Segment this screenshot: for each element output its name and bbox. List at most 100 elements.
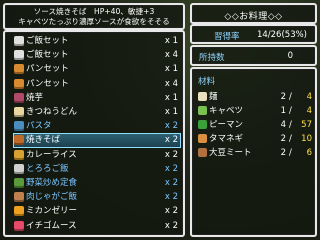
recipe-quantity: x 2 (164, 149, 178, 160)
recipe-quantity: x 2 (164, 178, 178, 188)
material-separator: / (289, 134, 292, 144)
recipe-quantity: x 2 (164, 192, 178, 203)
yakisoba-icon (14, 135, 24, 146)
sweet-potato-icon (14, 92, 24, 103)
material-name: ピーマン (209, 120, 244, 130)
recipe-quantity: x 2 (164, 135, 178, 146)
recipe-name: パンセット (26, 64, 69, 75)
recipe-name: とろろご飯 (26, 163, 69, 174)
recipe-name: パスタ (26, 121, 52, 132)
recipe-name: ご飯セット (26, 36, 69, 46)
recipe-item[interactable]: ミカンゼリー x 2 (14, 205, 180, 218)
material-separator: / (289, 120, 292, 130)
material-owned: 4 (280, 120, 286, 130)
material-required: 10 (301, 134, 312, 144)
recipe-item[interactable]: 肉じゃがご飯 x 2 (14, 191, 180, 204)
recipe-name: きつねうどん (26, 107, 78, 117)
recipe-name: パンセット (26, 78, 69, 89)
nikujaga-icon (14, 192, 24, 203)
bread-icon (14, 64, 24, 75)
material-required: 57 (301, 120, 312, 130)
materials-heading: 材料 (198, 77, 216, 87)
item-flavor-text: キャベツたっぷり濃厚ソースが食欲をそそる (18, 17, 170, 26)
menu-title: ◇◇お料理◇◇ (224, 12, 283, 22)
recipe-name: 肉じゃがご飯 (26, 192, 78, 203)
recipe-item[interactable]: パンセット x 1 (14, 63, 180, 76)
material-owned: 2 (280, 134, 286, 144)
recipe-quantity: x 1 (164, 92, 178, 103)
title-window: ◇◇お料理◇◇ (190, 3, 317, 24)
recipe-quantity: x 2 (164, 163, 178, 174)
material-name: 麺 (209, 92, 218, 102)
recipe-quantity: x 1 (164, 64, 178, 75)
material-name: タマネギ (209, 134, 244, 144)
material-owned: 2 (280, 148, 286, 158)
recipe-item[interactable]: とろろご飯 x 2 (14, 163, 180, 176)
rice-bowl-icon (14, 50, 24, 61)
recipe-item[interactable]: 野菜炒め定食 x 2 (14, 177, 180, 190)
material-item: ピーマン 4/ 57 (198, 119, 314, 131)
recipe-item[interactable]: ご飯セット x 4 (14, 49, 180, 62)
material-item: 大豆ミート 2/ 6 (198, 147, 314, 159)
owned-label: 所持数 (199, 53, 225, 63)
orange-jelly-icon (14, 206, 24, 217)
rice-bowl-icon (14, 36, 24, 46)
material-item: キャベツ 1/ 4 (198, 105, 314, 117)
stir-fry-icon (14, 178, 24, 188)
owned-window: 所持数 0 (190, 45, 317, 66)
material-required: 4 (306, 106, 312, 116)
recipe-item[interactable]: 焼きそば x 2 (13, 133, 181, 149)
material-item: タマネギ 2/ 10 (198, 133, 314, 145)
recipe-quantity: x 2 (164, 220, 178, 231)
recipe-name: 野菜炒め定食 (26, 178, 78, 188)
mastery-window: 習得率 14/26(53%) (190, 24, 317, 44)
material-separator: / (289, 92, 292, 102)
cabbage-icon (198, 106, 207, 115)
material-item: 麺 2/ 4 (198, 91, 314, 103)
onion-icon (198, 134, 207, 143)
material-owned: 1 (280, 106, 286, 116)
material-separator: / (289, 148, 292, 158)
material-required: 6 (306, 148, 312, 158)
recipe-quantity: x 1 (164, 107, 178, 117)
curry-icon (14, 149, 24, 160)
recipe-quantity: x 2 (164, 121, 178, 132)
recipe-item[interactable]: パンセット x 4 (14, 78, 180, 91)
udon-icon (14, 107, 24, 117)
material-name: 大豆ミート (209, 148, 252, 158)
description-window: ソース焼きそば HP+40、敏捷+3 キャベツたっぷり濃厚ソースが食欲をそそる (3, 3, 185, 30)
materials-window: 材料 麺 2/4 キャベツ 1/4 ピーマン 4/57 タマネギ 2/10 大豆ミート 2/6 (190, 67, 317, 237)
recipe-list[interactable]: ご飯セット x 1 ご飯セット x 4 パンセット x 1 パンセット x 4 焼芋 x 1 きつね… (3, 30, 185, 237)
recipe-item[interactable]: パスタ x 2 (14, 120, 180, 133)
bread-icon (14, 78, 24, 89)
recipe-item[interactable]: ご飯セット x 1 (14, 35, 180, 48)
material-name: キャベツ (209, 106, 244, 116)
recipe-item[interactable]: 焼芋 x 1 (14, 92, 180, 105)
mastery-label: 習得率 (214, 32, 240, 42)
material-separator: / (289, 106, 292, 116)
recipe-name: カレーライス (26, 149, 77, 160)
material-required: 4 (306, 92, 312, 102)
recipe-name: ミカンゼリー (26, 206, 78, 217)
material-owned: 2 (280, 92, 286, 102)
recipe-quantity: x 2 (164, 206, 178, 217)
recipe-quantity: x 4 (164, 78, 178, 89)
recipe-name: イチゴムース (26, 220, 77, 231)
soy-meat-icon (198, 148, 207, 157)
pasta-icon (14, 121, 24, 132)
recipe-name: 焼芋 (26, 92, 44, 103)
tororo-rice-icon (14, 163, 24, 174)
mastery-value: 14/26(53%) (256, 30, 307, 40)
item-effect-text: ソース焼きそば HP+40、敏捷+3 (33, 7, 155, 16)
recipe-name: 焼きそば (26, 135, 61, 146)
recipe-item[interactable]: カレーライス x 2 (14, 149, 180, 162)
recipe-quantity: x 4 (164, 50, 178, 61)
recipe-quantity: x 1 (164, 36, 178, 46)
recipe-item[interactable]: イチゴムース x 2 (14, 220, 180, 233)
noodle-icon (198, 92, 207, 101)
recipe-item[interactable]: きつねうどん x 1 (14, 106, 180, 119)
owned-value: 0 (287, 51, 293, 61)
recipe-name: ご飯セット (26, 50, 69, 61)
pepper-icon (198, 120, 207, 129)
strawberry-mousse-icon (14, 220, 24, 231)
